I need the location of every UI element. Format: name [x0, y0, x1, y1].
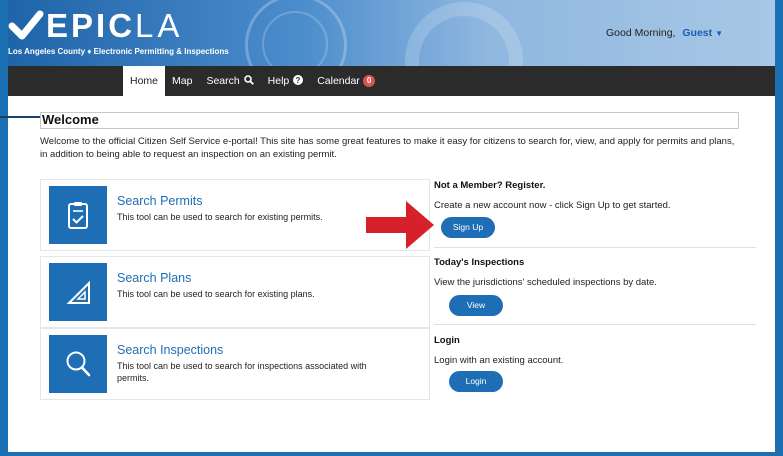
triangle-ruler-icon — [66, 280, 90, 304]
nav-search[interactable]: Search — [199, 66, 260, 96]
site-logo[interactable]: EPICLA — [46, 8, 183, 44]
plans-tile — [49, 263, 107, 321]
login-text: Login with an existing account. — [434, 355, 564, 366]
site-header: EPICLA Los Angeles County ♦ Electronic P… — [0, 0, 783, 66]
calendar-count-badge: 0 — [362, 75, 376, 88]
divider — [434, 324, 756, 325]
register-title: Not a Member? Register. — [434, 180, 546, 191]
inspections-tile — [49, 335, 107, 393]
nav-calendar[interactable]: Calendar 0 — [310, 66, 382, 96]
login-title: Login — [434, 335, 460, 346]
card-search-inspections[interactable]: Search Inspections This tool can be used… — [40, 328, 430, 400]
view-button[interactable]: View — [449, 295, 503, 316]
county-seal-watermark — [245, 0, 347, 66]
inspections-panel: Today's Inspections View the jurisdictio… — [434, 257, 754, 288]
page-title: Welcome — [42, 112, 99, 127]
caret-down-icon: ▼ — [715, 29, 723, 38]
intro-text: Welcome to the official Citizen Self Ser… — [40, 136, 735, 160]
greeting: Good Morning, Guest ▼ — [606, 27, 723, 39]
welcome-heading-box — [40, 112, 739, 129]
frame-border-bottom — [0, 452, 783, 456]
main-nav: Home Map Search Help ? Calendar 0 — [8, 66, 775, 96]
greeting-text: Good Morning, — [606, 27, 676, 39]
sign-up-button[interactable]: Sign Up — [441, 217, 495, 238]
help-icon: ? — [293, 75, 304, 85]
check-logo-icon — [8, 10, 44, 40]
magnifier-icon — [66, 351, 91, 377]
card-title[interactable]: Search Inspections — [117, 343, 223, 357]
permits-tile — [49, 186, 107, 244]
logo-subtitle: Los Angeles County ♦ Electronic Permitti… — [8, 47, 229, 56]
checkmark-watermark — [405, 2, 523, 66]
card-title[interactable]: Search Permits — [117, 194, 202, 208]
red-arrow-icon — [366, 201, 434, 249]
card-description: This tool can be used to search for insp… — [117, 361, 367, 383]
inspections-text: View the jurisdictions' scheduled inspec… — [434, 277, 657, 288]
user-menu[interactable]: Guest ▼ — [682, 27, 723, 39]
register-panel: Not a Member? Register. Create a new acc… — [434, 180, 754, 211]
card-description: This tool can be used to search for exis… — [117, 212, 323, 222]
frame-tab-marker — [0, 116, 40, 118]
login-button[interactable]: Login — [449, 371, 503, 392]
nav-map[interactable]: Map — [165, 66, 199, 96]
clipboard-check-icon — [68, 202, 88, 229]
divider — [434, 247, 756, 248]
login-panel: Login Login with an existing account. — [434, 335, 754, 366]
search-icon — [243, 75, 254, 85]
svg-text:?: ? — [296, 76, 301, 85]
register-text: Create a new account now - click Sign Up… — [434, 200, 671, 211]
card-search-plans[interactable]: Search Plans This tool can be used to se… — [40, 256, 430, 328]
frame-border-left — [0, 0, 8, 456]
inspections-title: Today's Inspections — [434, 257, 525, 268]
card-description: This tool can be used to search for exis… — [117, 289, 315, 299]
frame-border-right — [775, 0, 783, 456]
nav-help[interactable]: Help ? — [261, 66, 311, 96]
nav-home[interactable]: Home — [123, 66, 166, 96]
card-title[interactable]: Search Plans — [117, 271, 191, 285]
